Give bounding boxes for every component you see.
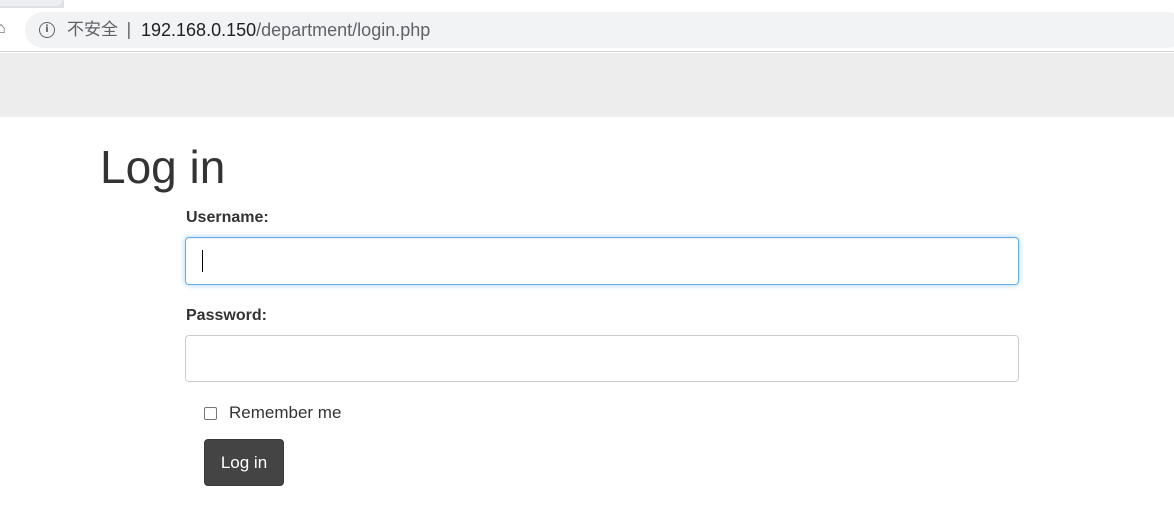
info-icon[interactable]: i	[39, 22, 55, 38]
home-icon[interactable]: ⌂	[0, 20, 10, 38]
url-path: /department/login.php	[256, 20, 431, 40]
omnibox-separator: |	[126, 20, 132, 40]
login-button[interactable]: Log in	[204, 439, 284, 486]
browser-tab-inactive[interactable]	[0, 0, 62, 6]
browser-tabstrip	[0, 0, 1174, 8]
remember-me-checkbox[interactable]	[204, 406, 217, 420]
address-bar[interactable]: i 不安全 | 192.168.0.150/department/login.p…	[25, 12, 1174, 48]
username-input[interactable]	[185, 237, 1019, 285]
remember-me-row[interactable]: Remember me	[204, 402, 341, 424]
browser-tab-active[interactable]	[64, 0, 1174, 8]
url-host: 192.168.0.150	[141, 20, 257, 40]
password-label: Password:	[186, 307, 267, 324]
security-label[interactable]: 不安全	[67, 20, 118, 40]
remember-me-label[interactable]: Remember me	[229, 402, 341, 424]
username-label: Username:	[186, 209, 269, 226]
page-title: Log in	[100, 141, 226, 193]
url-text[interactable]: 192.168.0.150/department/login.php	[141, 20, 430, 40]
password-input[interactable]	[185, 335, 1019, 382]
site-navbar	[0, 53, 1174, 117]
text-caret	[202, 250, 203, 272]
browser-toolbar: ⌂ i 不安全 | 192.168.0.150/department/login…	[0, 8, 1174, 52]
